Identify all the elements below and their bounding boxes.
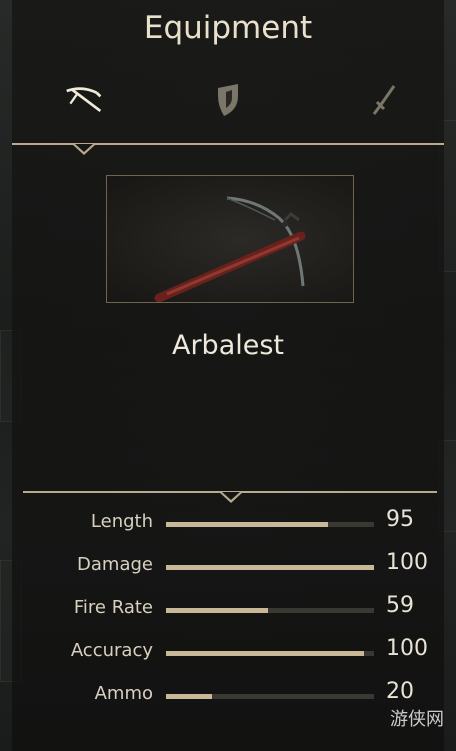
stat-value: 100 (386, 636, 428, 661)
watermark: 游侠网 (390, 709, 444, 730)
stat-row-ammo: Ammo 20 (0, 679, 456, 711)
weapon-name: Arbalest (171, 330, 285, 361)
tab-crossbow[interactable] (64, 80, 104, 120)
stat-label: Damage (77, 554, 153, 575)
stat-value: 59 (386, 593, 414, 618)
stat-label: Fire Rate (73, 597, 153, 618)
stat-value: 95 (386, 507, 414, 532)
crossbow-icon (66, 87, 102, 112)
stat-bar (166, 608, 374, 613)
stat-bar (166, 651, 374, 656)
stat-label: Accuracy (70, 640, 153, 661)
stat-bar-fill (166, 608, 268, 613)
tab-shield[interactable] (208, 80, 248, 120)
crossbow-icon (154, 196, 306, 303)
panel-title: Equipment (143, 10, 313, 46)
sword-icon (372, 85, 396, 115)
stat-label: Ammo (94, 683, 153, 704)
stat-bar-fill (166, 565, 374, 570)
stat-bar (166, 522, 374, 527)
stat-bar (166, 694, 374, 699)
stat-bar-fill (166, 694, 212, 699)
stat-row-length: Length 95 (0, 507, 456, 539)
tab-sword[interactable] (364, 80, 404, 120)
shield-icon (218, 84, 238, 116)
stat-row-damage: Damage 100 (0, 550, 456, 582)
weapon-preview (106, 175, 354, 303)
stat-bar (166, 565, 374, 570)
stat-row-fire-rate: Fire Rate 59 (0, 593, 456, 625)
stat-bar-fill (166, 522, 329, 527)
stat-row-accuracy: Accuracy 100 (0, 636, 456, 668)
stat-value: 20 (386, 679, 414, 704)
stat-bar-fill (166, 651, 364, 656)
stat-value: 100 (386, 550, 428, 575)
stat-label: Length (90, 511, 153, 532)
